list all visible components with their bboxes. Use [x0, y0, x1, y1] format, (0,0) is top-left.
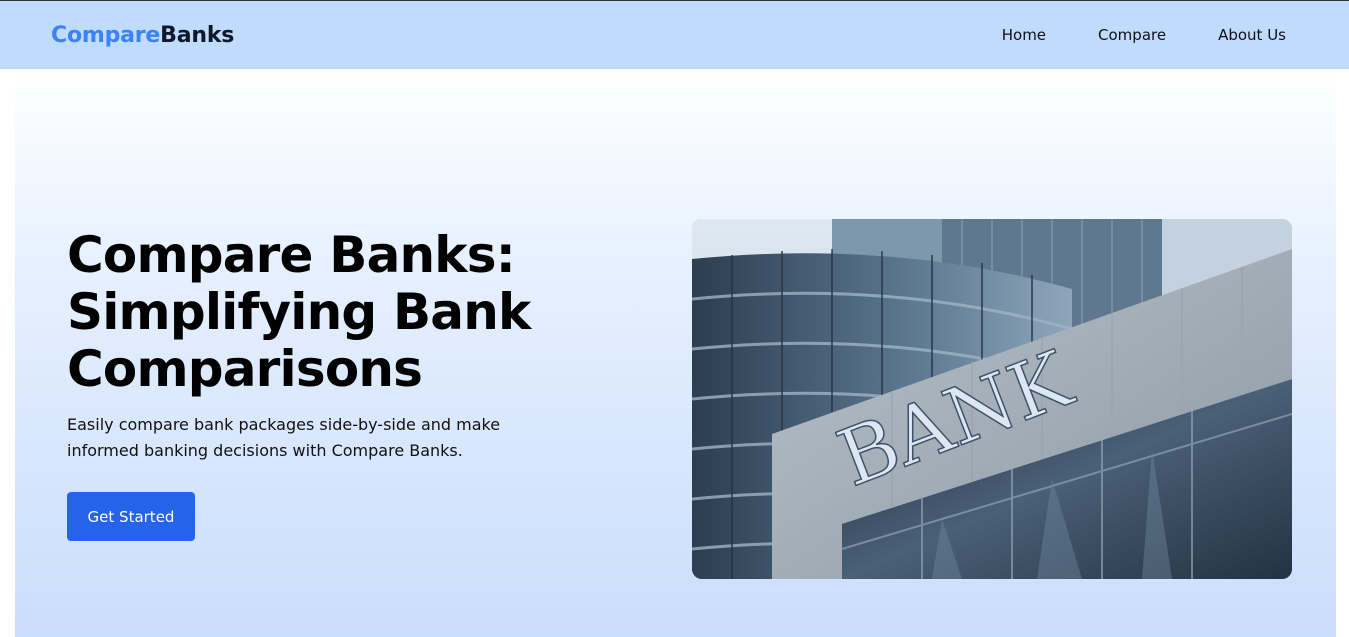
hero-title: Compare Banks: Simplifying Bank Comparis…	[67, 226, 531, 398]
hero-subtitle: Easily compare bank packages side-by-sid…	[67, 415, 501, 460]
nav-compare-link[interactable]: Compare	[1098, 26, 1166, 44]
brand-logo[interactable]: CompareBanks	[51, 23, 234, 48]
nav-about-link[interactable]: About Us	[1218, 26, 1286, 44]
nav-home-link[interactable]: Home	[1002, 26, 1046, 44]
bank-building-image: BANK	[692, 219, 1292, 579]
get-started-button[interactable]: Get Started	[67, 492, 195, 541]
top-navbar: CompareBanks Home Compare About Us	[0, 1, 1349, 69]
nav-links: Home Compare About Us	[1002, 26, 1286, 44]
hero-section: Compare Banks: Simplifying Bank Comparis…	[15, 69, 1336, 637]
brand-logo-part2: Banks	[160, 22, 235, 48]
brand-logo-part1: Compare	[51, 22, 161, 48]
